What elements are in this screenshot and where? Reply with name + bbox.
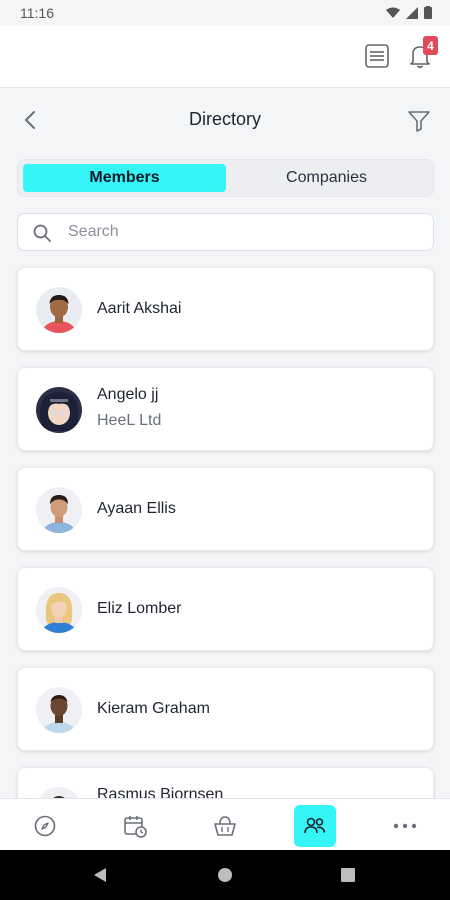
nav-agenda[interactable] <box>114 805 156 847</box>
compass-icon <box>34 815 56 837</box>
system-back-button[interactable] <box>80 850 120 900</box>
filter-button[interactable] <box>406 108 432 134</box>
member-card[interactable]: Ayaan Ellis <box>17 467 434 551</box>
avatar <box>36 587 82 633</box>
square-recents-icon <box>341 868 355 882</box>
basket-icon <box>214 816 236 836</box>
status-icons <box>386 6 432 19</box>
member-card[interactable]: Angelo jj HeeL Ltd <box>17 367 434 451</box>
circle-home-icon <box>218 868 232 882</box>
nav-explore[interactable] <box>24 805 66 847</box>
directory-tabs: Members Companies <box>17 159 434 197</box>
page-header: Directory <box>0 89 450 151</box>
tab-companies[interactable]: Companies <box>225 164 428 192</box>
system-nav-bar <box>0 850 450 900</box>
avatar <box>36 387 82 433</box>
wifi-icon <box>386 7 400 18</box>
battery-icon <box>424 6 432 19</box>
triangle-back-icon <box>94 868 106 882</box>
bottom-nav <box>0 798 450 850</box>
app-topbar: 4 <box>0 26 450 88</box>
search-box <box>17 213 434 251</box>
member-name: Ayaan Ellis <box>97 500 176 517</box>
nav-more[interactable] <box>384 805 426 847</box>
member-card[interactable]: Aarit Akshai <box>17 267 434 351</box>
search-icon <box>33 224 51 242</box>
member-card[interactable]: Eliz Lomber <box>17 567 434 651</box>
status-bar: 11:16 <box>0 0 450 26</box>
member-name: Kieram Graham <box>97 700 210 717</box>
notifications-button[interactable]: 4 <box>406 36 438 70</box>
more-icon <box>393 823 417 829</box>
member-name: Eliz Lomber <box>97 600 182 617</box>
member-name: Angelo jj <box>97 386 159 403</box>
nav-directory[interactable] <box>294 805 336 847</box>
calendar-clock-icon <box>124 816 147 838</box>
signal-icon <box>406 6 418 19</box>
tab-members[interactable]: Members <box>23 164 226 192</box>
member-company: HeeL Ltd <box>97 412 162 429</box>
feed-button[interactable] <box>363 42 391 70</box>
page-title: Directory <box>188 109 261 129</box>
avatar <box>36 687 82 733</box>
nav-marketplace[interactable] <box>204 805 246 847</box>
status-time: 11:16 <box>20 5 54 21</box>
avatar <box>36 487 82 533</box>
member-card[interactable]: Kieram Graham <box>17 667 434 751</box>
list-document-icon <box>365 44 389 68</box>
filter-icon <box>408 111 430 132</box>
avatar <box>36 287 82 333</box>
people-icon <box>304 817 326 834</box>
member-name: Aarit Akshai <box>97 300 182 317</box>
search-input[interactable] <box>68 214 418 250</box>
system-recents-button[interactable] <box>328 850 368 900</box>
notification-badge: 4 <box>423 36 438 55</box>
system-home-button[interactable] <box>205 850 245 900</box>
